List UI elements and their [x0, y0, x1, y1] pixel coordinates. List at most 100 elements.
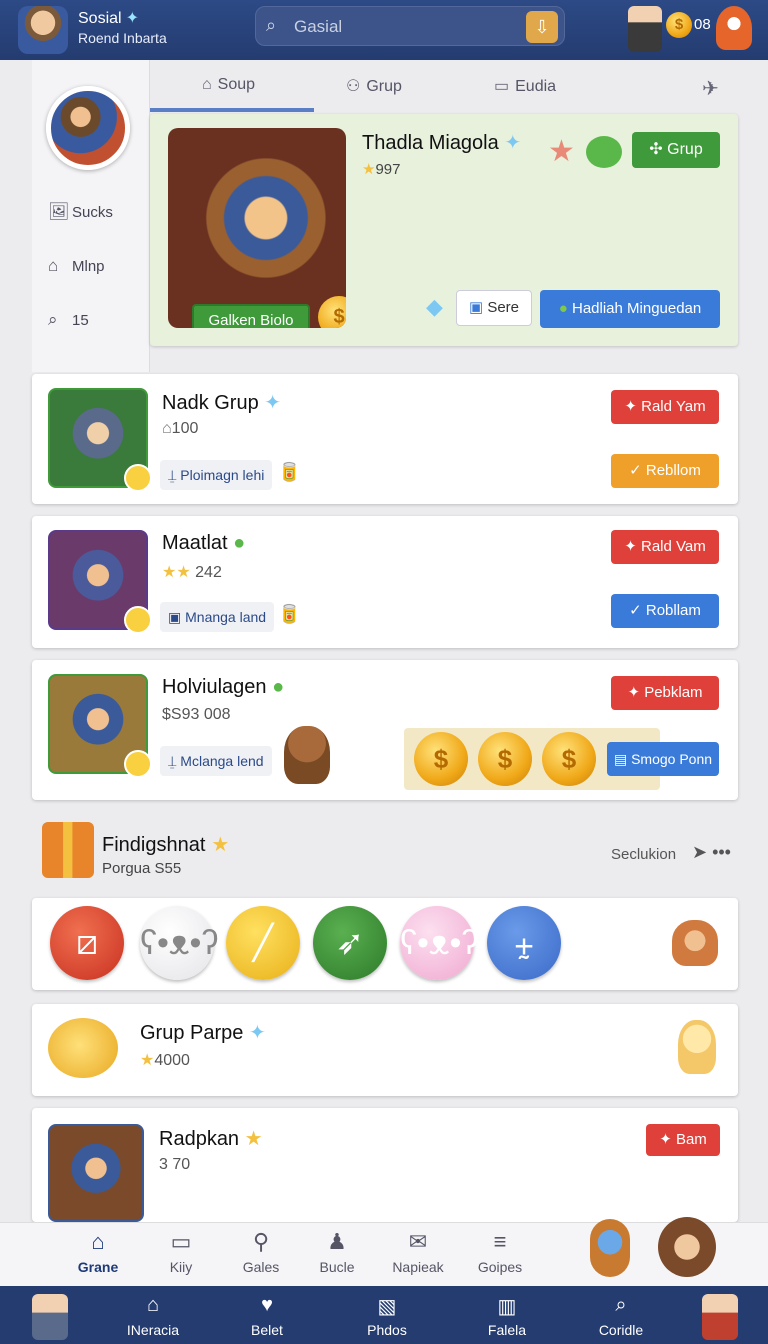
book-icon: ▥	[497, 1296, 517, 1318]
rald-button[interactable]: ✦ Rald Vam	[611, 530, 719, 564]
nav-ineracia[interactable]: ⌂ INeracia	[103, 1286, 203, 1344]
sere-button[interactable]: ▣ Sere	[456, 290, 532, 326]
search-icon: ⌕	[266, 15, 277, 35]
bottom-tab-gales[interactable]: ⚲ Gales	[221, 1223, 301, 1287]
fox-mascot-icon[interactable]	[716, 6, 752, 50]
card-sub: $S93 008	[162, 706, 231, 723]
check-icon: ✓	[629, 602, 646, 619]
blue-plus-icon[interactable]: ⨦	[487, 906, 561, 980]
player-avatar[interactable]	[702, 1294, 738, 1340]
bear-mascot-icon[interactable]	[658, 1217, 716, 1277]
diamond-icon: ✦	[264, 392, 282, 414]
frog-icon: ●	[272, 676, 285, 698]
mirror-icon[interactable]	[590, 1219, 630, 1277]
users-icon: ⚲	[252, 1229, 270, 1254]
list-item[interactable]: Radpkan ★ 3 70 ✦ Bam	[32, 1108, 738, 1222]
leaf-icon[interactable]: ➶	[313, 906, 387, 980]
sidebar: 🖼 Sucks ⌂ Mlnp ⌕ 15	[32, 60, 150, 372]
pink-bear-icon[interactable]: ʕ•ᴥ•ʔ	[400, 906, 478, 980]
bottom-tab-grane[interactable]: ⌂ Grane	[58, 1223, 138, 1287]
game-card[interactable]: Maatlat ● ★★ 242 ▣ Mnanga land 🥫 ✦ Rald …	[32, 516, 738, 648]
sidebar-item-search[interactable]: ⌕ 15	[48, 310, 89, 330]
bear-mascot-icon[interactable]	[672, 920, 718, 966]
nav-coridle[interactable]: ⌕ Coridle	[571, 1286, 671, 1344]
card-chip[interactable]: ⍊ Mclanga lend	[160, 746, 272, 776]
image-icon: 🖼	[48, 202, 70, 221]
profile-avatar[interactable]	[46, 86, 130, 170]
tab-bar: ⌂ Soup ⚇ Grup ▭ Eudia	[150, 60, 738, 114]
mic-icon: ⍊	[168, 467, 181, 483]
rald-button[interactable]: ✦ Rald Yam	[611, 390, 719, 424]
list-title: Grup Parpe ✦	[140, 1022, 266, 1044]
sprout-icon: ✣	[649, 141, 668, 158]
send-icon[interactable]: ✈	[702, 76, 719, 101]
doc-icon: ▭	[494, 78, 510, 95]
tab-soup[interactable]: ⌂ Soup	[202, 76, 255, 94]
pencil-icon[interactable]: ╱	[226, 906, 300, 980]
game-thumbnail[interactable]	[48, 1124, 144, 1222]
bear-face-icon[interactable]: ʕ•ᴥ•ʔ	[140, 906, 218, 980]
red-action-icon[interactable]: ⧄	[50, 906, 124, 980]
featured-game-image[interactable]: Galken Biolo $	[168, 128, 346, 328]
game-thumbnail[interactable]	[48, 674, 152, 778]
nav-falela[interactable]: ▥ Falela	[457, 1286, 557, 1344]
more-icon[interactable]: ➤ •••	[692, 842, 731, 863]
star-icon[interactable]: ★	[548, 134, 575, 169]
bear-icon[interactable]	[284, 726, 330, 784]
robllam-button[interactable]: ✓ Robllam	[611, 594, 719, 628]
bottom-tab-napieak[interactable]: ✉ Napieak	[378, 1223, 458, 1287]
game-card[interactable]: Nadk Grup ✦ ⌂100 ⍊ Ploimagn lehi 🥫 ✦ Ral…	[32, 374, 738, 504]
yellow-bear-icon[interactable]	[678, 1020, 716, 1074]
tab-eudia[interactable]: ▭ Eudia	[494, 76, 556, 96]
featured-title: Thadla Miagola ✦	[362, 132, 522, 154]
star-icon: ★	[140, 1052, 155, 1069]
card-chip[interactable]: ⍊ Ploimagn lehi	[160, 460, 273, 490]
bottom-tab-goipes[interactable]: ≡ Goipes	[460, 1223, 540, 1287]
image-icon: ▣	[168, 609, 186, 625]
coin-icon: $	[542, 732, 596, 786]
users-icon: ⚇	[346, 78, 361, 95]
nav-phdos[interactable]: ▧ Phdos	[337, 1286, 437, 1344]
coin-icon: $	[666, 12, 692, 38]
section-title: Findigshnat ★	[102, 834, 230, 856]
bottom-tab-kiiy[interactable]: ▭ Kiiy	[141, 1223, 221, 1287]
nav-belet[interactable]: ♥ Belet	[217, 1286, 317, 1344]
sidebar-item-sucks[interactable]: 🖼 Sucks	[48, 202, 113, 222]
search-bar[interactable]: ⌕ ⇩	[255, 6, 565, 46]
player-avatar[interactable]	[32, 1294, 68, 1340]
leaf-icon: ●	[558, 300, 572, 317]
pebklam-button[interactable]: ✦ Pebklam	[611, 676, 719, 710]
tab-grup[interactable]: ⚇ Grup	[346, 76, 402, 96]
search-input[interactable]	[294, 13, 514, 41]
smogo-button[interactable]: ▤ Smogo Ponn	[607, 742, 719, 776]
list-item[interactable]: Grup Parpe ✦ ★4000	[32, 1004, 738, 1096]
check-icon: ✓	[629, 462, 646, 479]
featured-play-button[interactable]: Galken Biolo	[192, 304, 310, 328]
download-icon[interactable]: ⇩	[526, 11, 558, 43]
frog-icon: ●	[233, 532, 246, 554]
home-icon: ⌂	[48, 256, 59, 275]
app-avatar[interactable]	[18, 6, 68, 54]
emoji-icon	[124, 750, 152, 778]
star-icon: ★★	[162, 564, 196, 581]
game-thumbnail[interactable]	[48, 388, 152, 492]
hadiah-button[interactable]: ● Hadliah Minguedan	[540, 290, 720, 328]
sidebar-item-mlnp[interactable]: ⌂ Mlnp	[48, 256, 105, 276]
frog-icon[interactable]	[586, 136, 622, 168]
diamond-icon: ✦	[125, 10, 139, 27]
nav-bar: ⌂ INeracia ♥ Belet ▧ Phdos ▥ Falela ⌕ Coridle	[0, 1286, 768, 1344]
section-link[interactable]: Seclukion	[611, 846, 676, 863]
card-chip[interactable]: ▣ Mnanga land	[160, 602, 275, 632]
rebllom-button[interactable]: ✓ Rebllom	[611, 454, 719, 488]
bottom-tab-bucle[interactable]: ♟ Bucle	[297, 1223, 377, 1287]
grup-button[interactable]: ✣ Grup	[632, 132, 720, 168]
list-sub: ★4000	[140, 1052, 190, 1069]
game-thumbnail[interactable]	[48, 530, 152, 634]
app-subtitle: Roend Inbarta	[78, 30, 167, 46]
quick-icon-row: ⧄ ʕ•ᴥ•ʔ ╱ ➶ ʕ•ᴥ•ʔ ⨦	[32, 898, 738, 990]
character-avatar[interactable]	[628, 6, 662, 52]
search-icon: ⌕	[615, 1294, 627, 1316]
bam-button[interactable]: ✦ Bam	[646, 1124, 720, 1156]
game-card[interactable]: Holviulagen ● $S93 008 ⍊ Mclanga lend $ …	[32, 660, 738, 800]
home-icon: ⌂	[91, 1229, 105, 1254]
